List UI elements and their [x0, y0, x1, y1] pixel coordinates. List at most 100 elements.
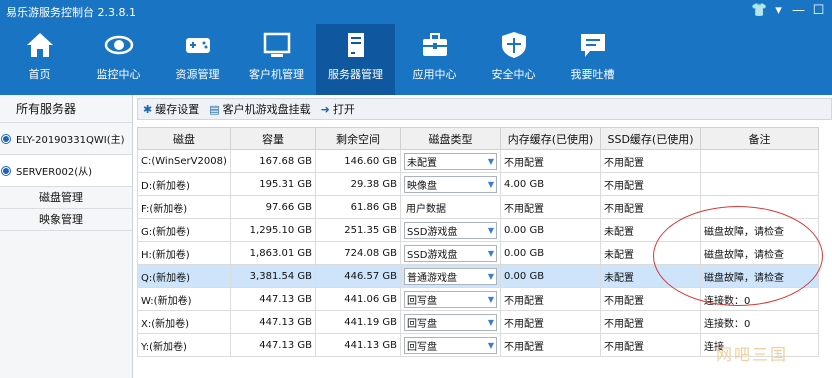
disk-cell: W:(新加卷): [137, 287, 231, 311]
disk-cell: C:(WinSerV2008): [137, 149, 231, 173]
column-header[interactable]: 磁盘类型: [400, 127, 501, 150]
chevron-down-icon: ▼: [487, 248, 494, 258]
nav-security[interactable]: 安全中心: [474, 24, 553, 95]
shield-icon: [501, 32, 526, 58]
title-bar: 易乐游服务控制台 2.3.8.1: [0, 0, 832, 24]
dropdown-icon[interactable]: ▾: [771, 3, 786, 19]
disk-type-select[interactable]: SSD游戏盘 ▼: [404, 221, 497, 239]
nav-feedback[interactable]: 我要吐槽: [553, 24, 632, 95]
capacity-cell: 1,863.01 GB: [230, 241, 316, 265]
column-header[interactable]: 备注: [700, 127, 819, 150]
disk-type-select[interactable]: 映像盘 ▼: [404, 175, 497, 193]
table-header-row: 磁盘 容量 剩余空间 磁盘类型 内存缓存(已使用) SSD缓存(已使用) 备注: [137, 127, 819, 150]
disk-type-select[interactable]: SSD游戏盘 ▼: [404, 244, 497, 262]
chevron-down-icon: ▼: [487, 156, 494, 166]
chevron-down-icon: ▼: [487, 179, 494, 189]
memory-cache-cell: 4.00 GB: [500, 172, 601, 196]
minimize-icon[interactable]: —: [791, 3, 806, 19]
free-space-cell: 446.57 GB: [315, 264, 401, 288]
eye-icon: [104, 35, 133, 55]
disk-type-cell: 未配置 ▼: [400, 149, 501, 173]
memory-cache-cell: 不用配置: [500, 149, 601, 173]
capacity-cell: 167.68 GB: [230, 149, 316, 173]
chevron-down-icon: ▼: [487, 340, 494, 350]
capacity-cell: 447.13 GB: [230, 310, 316, 334]
column-header[interactable]: 内存缓存(已使用): [500, 127, 601, 150]
nav-home[interactable]: 首页: [0, 24, 79, 95]
memory-cache-cell: 0.00 GB: [500, 218, 601, 242]
disk-type-value: 用户数据: [406, 203, 446, 215]
expand-dot-icon[interactable]: [2, 134, 10, 143]
disk-type-value: 普通游戏盘: [407, 272, 457, 284]
expand-dot-icon[interactable]: [2, 166, 10, 175]
free-space-cell: 146.60 GB: [315, 149, 401, 173]
note-cell: 连接数：0: [700, 310, 819, 334]
chat-icon: [580, 34, 605, 57]
capacity-cell: 3,381.54 GB: [230, 264, 316, 288]
disk-type-select[interactable]: 回写盘 ▼: [404, 336, 497, 354]
server-sidebar: 所有服务器 ELY-20190331QWI(主) SERVER002(从) 磁盘…: [0, 95, 133, 378]
server-item-primary[interactable]: ELY-20190331QWI(主): [0, 123, 132, 155]
watermark: 网吧三国: [716, 345, 789, 364]
capacity-cell: 447.13 GB: [230, 333, 316, 357]
table-row[interactable]: C:(WinSerV2008) 167.68 GB 146.60 GB 未配置 ▼ 不用配…: [137, 149, 819, 173]
toolbox-icon: [422, 33, 447, 56]
home-icon: [26, 33, 53, 57]
disk-type-select[interactable]: 用户数据: [404, 199, 497, 216]
button-label: 打开: [332, 103, 355, 116]
nav-label: 首页: [28, 68, 51, 81]
disk-type-cell: 普通游戏盘 ▼: [400, 264, 501, 288]
free-space-cell: 251.35 GB: [315, 218, 401, 242]
red-annotation-circle: [653, 206, 823, 306]
monitor-icon: [263, 32, 290, 57]
disk-cell: G:(新加卷): [137, 218, 231, 242]
nav-label: 客户机管理: [249, 68, 304, 81]
column-header[interactable]: 剩余空间: [315, 127, 401, 150]
memory-cache-cell: 不用配置: [500, 310, 601, 334]
column-header[interactable]: SSD缓存(已使用): [600, 127, 701, 150]
free-space-cell: 441.06 GB: [315, 287, 401, 311]
table-row[interactable]: X:(新加卷) 447.13 GB 441.19 GB 回写盘 ▼ 不用配置 不用配置 连接数…: [137, 310, 819, 334]
free-space-cell: 441.13 GB: [315, 333, 401, 357]
nav-client[interactable]: 客户机管理: [237, 24, 316, 95]
table-row[interactable]: D:(新加卷) 195.31 GB 29.38 GB 映像盘 ▼ 4.00 GB 不用配置: [137, 172, 819, 196]
disk-type-select[interactable]: 回写盘 ▼: [404, 290, 497, 308]
nav-app-center[interactable]: 应用中心: [395, 24, 474, 95]
nav-monitor-center[interactable]: 监控中心: [79, 24, 158, 95]
open-button[interactable]: ➜ 打开: [316, 101, 360, 117]
main-nav: 首页 监控中心 资源管理 客户机管理 服务器管理 应用中心 安全中心 我要吐槽: [0, 24, 632, 95]
capacity-cell: 195.31 GB: [230, 172, 316, 196]
cache-settings-button[interactable]: ✱ 缓存设置: [138, 101, 204, 117]
sidebar-item-disk-management[interactable]: 磁盘管理: [0, 187, 132, 209]
capacity-cell: 447.13 GB: [230, 287, 316, 311]
free-space-cell: 441.19 GB: [315, 310, 401, 334]
client-mount-button[interactable]: ▤ 客户机游戏盘挂载: [204, 101, 315, 117]
disk-type-value: 映像盘: [407, 180, 437, 192]
free-space-cell: 724.08 GB: [315, 241, 401, 265]
free-space-cell: 61.86 GB: [315, 195, 401, 219]
server-label: SERVER002(从): [16, 167, 93, 178]
disk-type-select[interactable]: 回写盘 ▼: [404, 313, 497, 331]
nav-resource[interactable]: 资源管理: [158, 24, 237, 95]
nav-label: 资源管理: [175, 68, 220, 81]
nav-server[interactable]: 服务器管理: [316, 24, 395, 95]
maximize-icon[interactable]: ☐: [811, 3, 826, 19]
disk-type-cell: SSD游戏盘 ▼: [400, 241, 501, 265]
note-cell: [700, 172, 819, 196]
capacity-cell: 1,295.10 GB: [230, 218, 316, 242]
all-servers-header[interactable]: 所有服务器: [0, 95, 132, 123]
disk-type-select[interactable]: 普通游戏盘 ▼: [404, 267, 497, 285]
disk-type-value: 未配置: [407, 157, 437, 169]
tshirt-icon[interactable]: 👕: [751, 3, 767, 19]
column-header[interactable]: 容量: [230, 127, 316, 150]
sidebar-item-image-management[interactable]: 映象管理: [0, 209, 132, 231]
memory-cache-cell: 0.00 GB: [500, 241, 601, 265]
disk-cell: Y:(新加卷): [137, 333, 231, 357]
disk-type-value: 回写盘: [407, 318, 437, 330]
note-cell: [700, 149, 819, 173]
disk-type-select[interactable]: 未配置 ▼: [404, 152, 497, 170]
server-item-secondary[interactable]: SERVER002(从): [0, 155, 132, 187]
server-label: ELY-20190331QWI(主): [16, 135, 125, 146]
column-header[interactable]: 磁盘: [137, 127, 231, 150]
disk-type-value: 回写盘: [407, 295, 437, 307]
